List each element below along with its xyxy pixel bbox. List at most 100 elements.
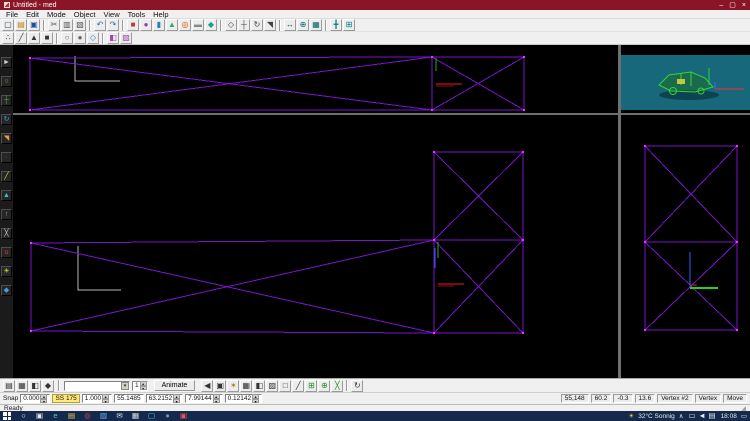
snap-step-field[interactable]: 0.000 ▴ ▾: [20, 394, 51, 403]
shaded-toggle-icon[interactable]: ◧: [253, 379, 266, 392]
edge-icon[interactable]: e: [48, 411, 63, 421]
texture-icon[interactable]: ▨: [120, 32, 132, 44]
point-snap-icon[interactable]: ⊕: [318, 379, 331, 392]
viewport-main[interactable]: [13, 115, 618, 378]
spin-down-icon[interactable]: ▾: [252, 398, 260, 403]
keyframe-icon[interactable]: ◆: [42, 379, 54, 392]
hide-icon[interactable]: ○: [61, 32, 73, 44]
snap-highlight-chip[interactable]: SS 175: [52, 394, 80, 403]
normals-toggle-icon[interactable]: ╱: [292, 379, 305, 392]
copy-icon[interactable]: ▥: [61, 19, 73, 31]
tray-chevron-icon[interactable]: ∧: [679, 412, 684, 420]
fit-view-icon[interactable]: ⊞: [343, 19, 355, 31]
edge-mode-icon[interactable]: ╱: [15, 32, 27, 44]
search-icon[interactable]: ○: [16, 411, 31, 421]
geosphere-icon[interactable]: ◆: [205, 19, 217, 31]
vertex-tool-icon[interactable]: ∙: [1, 152, 12, 163]
menu-view[interactable]: View: [99, 10, 123, 19]
object-mode-icon[interactable]: ■: [41, 32, 53, 44]
bounds-toggle-icon[interactable]: □: [279, 379, 292, 392]
minimize-button[interactable]: –: [719, 2, 723, 9]
scale-icon[interactable]: ◥: [264, 19, 276, 31]
coord-y-spinner[interactable]: ▴ ▾: [173, 394, 181, 403]
save-icon[interactable]: ▣: [28, 19, 40, 31]
torus-icon[interactable]: ◎: [179, 19, 191, 31]
menu-tools[interactable]: Tools: [124, 10, 150, 19]
flashlight-icon[interactable]: ✶: [227, 379, 240, 392]
photos-icon[interactable]: ▨: [96, 411, 111, 421]
menu-help[interactable]: Help: [149, 10, 172, 19]
tray-window-icon[interactable]: ▭: [688, 411, 697, 421]
box-icon[interactable]: ■: [127, 19, 139, 31]
vscode-icon[interactable]: ▢: [144, 411, 159, 421]
start-button[interactable]: [3, 412, 14, 420]
spin-down-icon[interactable]: ▾: [212, 398, 220, 403]
open-icon[interactable]: ▤: [15, 19, 27, 31]
coord-z-spinner[interactable]: ▴ ▾: [212, 394, 220, 403]
spin-down-icon[interactable]: ▾: [173, 398, 181, 403]
med-app-icon[interactable]: ▣: [176, 411, 191, 421]
menu-object[interactable]: Object: [70, 10, 100, 19]
cylinder-icon[interactable]: ▮: [153, 19, 165, 31]
face-mode-icon[interactable]: ▲: [28, 32, 40, 44]
menu-file[interactable]: File: [2, 10, 22, 19]
plane-icon[interactable]: ▬: [192, 19, 204, 31]
magnet-tool-icon[interactable]: ∪: [1, 247, 12, 258]
menu-mode[interactable]: Mode: [43, 10, 70, 19]
viewport-splitter-vertical[interactable]: [618, 45, 621, 378]
cross-snap-icon[interactable]: ╳: [331, 379, 344, 392]
select-lasso-icon[interactable]: ○: [1, 76, 12, 87]
viewport-splitter-horizontal[interactable]: [13, 113, 750, 115]
mute-icon[interactable]: ◀: [201, 379, 214, 392]
freeze-icon[interactable]: ◇: [87, 32, 99, 44]
chrome-icon[interactable]: ◎: [80, 411, 95, 421]
cone-icon[interactable]: ▲: [166, 19, 178, 31]
rotate-icon[interactable]: ↻: [251, 19, 263, 31]
redo-icon[interactable]: ↷: [107, 19, 119, 31]
move-icon[interactable]: ┼: [238, 19, 250, 31]
snap-grid-icon[interactable]: ▦: [310, 19, 322, 31]
mirror-toggle-icon[interactable]: ◧: [29, 379, 41, 392]
new-icon[interactable]: ▢: [2, 19, 14, 31]
select-arrow-icon[interactable]: ►: [1, 57, 12, 68]
clock[interactable]: 18:08: [721, 413, 737, 420]
screenshot-icon[interactable]: ▣: [214, 379, 227, 392]
extrude-tool-icon[interactable]: ↑: [1, 209, 12, 220]
paste-icon[interactable]: ▧: [74, 19, 86, 31]
layers-icon[interactable]: ▤: [3, 379, 15, 392]
vertex-mode-icon[interactable]: ∴: [2, 32, 14, 44]
material-icon[interactable]: ◧: [107, 32, 119, 44]
edge-tool-icon[interactable]: ╱: [1, 171, 12, 182]
axes-icon[interactable]: ╋: [330, 19, 342, 31]
knife-tool-icon[interactable]: ╳: [1, 228, 12, 239]
discord-icon[interactable]: ●: [160, 411, 175, 421]
store-icon[interactable]: ▦: [128, 411, 143, 421]
tray-volume-icon[interactable]: ◄: [698, 411, 707, 421]
cut-icon[interactable]: ✂: [48, 19, 60, 31]
grid-snap-icon[interactable]: ⊞: [305, 379, 318, 392]
maximize-button[interactable]: ▢: [729, 2, 736, 9]
weather-text[interactable]: 32°C Sonnig: [638, 413, 675, 420]
action-center-icon[interactable]: ▭: [741, 412, 747, 420]
face-tool-icon[interactable]: ▲: [1, 190, 12, 201]
mail-icon[interactable]: ✉: [112, 411, 127, 421]
sphere-icon[interactable]: ●: [140, 19, 152, 31]
spin-down-icon[interactable]: ▾: [102, 398, 110, 403]
mirror-icon[interactable]: ↔: [284, 19, 296, 31]
menu-edit[interactable]: Edit: [22, 10, 43, 19]
light-tool-icon[interactable]: ☀: [1, 266, 12, 277]
coord-x-field[interactable]: 55.1485: [114, 394, 144, 403]
camera-tool-icon[interactable]: ◆: [1, 285, 12, 296]
snap-scale-spinner[interactable]: ▴ ▾: [102, 394, 110, 403]
viewport-right[interactable]: [621, 115, 750, 378]
viewport-top[interactable]: [13, 45, 618, 113]
undo-icon[interactable]: ↶: [94, 19, 106, 31]
coord-w-field[interactable]: 0.12142 ▴ ▾: [224, 394, 263, 403]
tray-keyboard-icon[interactable]: ▤: [708, 411, 717, 421]
snap-step-spinner[interactable]: ▴ ▾: [40, 394, 48, 403]
frame-stepper[interactable]: 1 ▴ ▾: [132, 380, 148, 391]
grid-toggle-icon[interactable]: ▦: [16, 379, 28, 392]
scale-tool-icon[interactable]: ◥: [1, 133, 12, 144]
rotate-tool-icon[interactable]: ↻: [1, 114, 12, 125]
titlebar[interactable]: Untitled - med – ▢ ×: [0, 0, 750, 10]
